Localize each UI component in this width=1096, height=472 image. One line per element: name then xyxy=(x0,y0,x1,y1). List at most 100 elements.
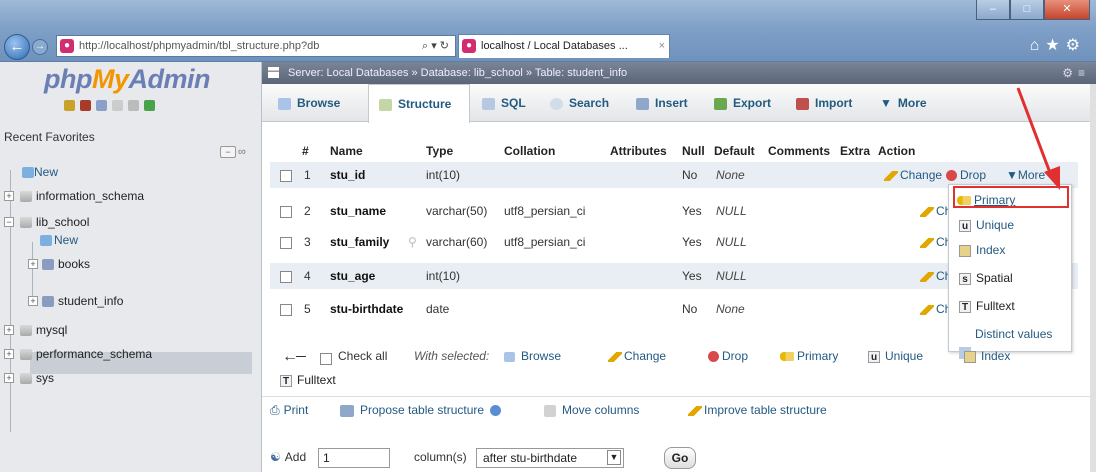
query-window-icon[interactable] xyxy=(96,100,107,111)
favorites-star-icon[interactable]: ★ xyxy=(1045,37,1065,54)
table-icon xyxy=(42,259,54,270)
maximize-button[interactable]: □ xyxy=(1010,0,1044,20)
reload-icon[interactable] xyxy=(144,100,155,111)
row-checkbox[interactable] xyxy=(280,304,292,316)
docs-icon[interactable] xyxy=(112,100,123,111)
table-menu-bar: Browse Structure SQL Search Insert Expor… xyxy=(262,84,1096,123)
browse-icon xyxy=(504,351,515,362)
collapse-panel-icon[interactable]: — xyxy=(268,66,279,78)
minimize-button[interactable]: – xyxy=(976,0,1010,20)
expand-icon[interactable]: + xyxy=(4,373,14,383)
change-action[interactable]: Change xyxy=(884,162,942,188)
tab-browse[interactable]: Browse xyxy=(278,84,368,122)
expand-icon[interactable]: + xyxy=(4,349,14,359)
column-position-select[interactable]: after stu-birthdate ▼ xyxy=(476,448,624,468)
back-button[interactable]: ← xyxy=(4,34,30,60)
tree-item-information-schema[interactable]: + information_schema xyxy=(0,186,262,206)
dropdown-distinct-values[interactable]: Distinct values xyxy=(949,321,1071,347)
dropdown-label: Spatial xyxy=(976,271,1013,285)
header-attributes[interactable]: Attributes xyxy=(610,144,667,158)
header-name[interactable]: Name xyxy=(330,144,363,158)
home-icon[interactable]: ⌂ xyxy=(1030,37,1046,54)
search-refresh-icon[interactable]: ⌕ ▾ ↻ xyxy=(422,36,449,56)
header-null[interactable]: Null xyxy=(682,144,705,158)
scrollbar[interactable] xyxy=(1090,84,1096,472)
settings-gear-icon[interactable]: ⚙ xyxy=(1066,37,1086,54)
logo-php: php xyxy=(44,64,92,94)
header-type[interactable]: Type xyxy=(426,144,453,158)
help-icon[interactable] xyxy=(490,405,502,417)
pencil-icon xyxy=(884,170,898,181)
tree-item-label: lib_school xyxy=(36,215,90,229)
dropdown-unique[interactable]: u Unique xyxy=(949,215,1071,235)
go-button[interactable]: Go xyxy=(664,447,696,469)
dropdown-label: Unique xyxy=(976,218,1015,232)
expand-icon[interactable]: + xyxy=(4,325,14,335)
tree-item-mysql[interactable]: + mysql xyxy=(0,320,262,340)
breadcrumb-settings-icon[interactable]: ⚙≡ xyxy=(1062,62,1090,84)
row-checkbox[interactable] xyxy=(280,170,292,182)
header-default[interactable]: Default xyxy=(714,144,755,158)
dropdown-spatial[interactable]: s Spatial xyxy=(949,265,1071,291)
expand-icon[interactable]: + xyxy=(4,191,14,201)
recent-favorites-tabs[interactable]: Recent Favorites xyxy=(4,130,95,144)
phpmyadmin-logo[interactable]: phpMyAdmin xyxy=(44,64,210,95)
check-all-checkbox[interactable] xyxy=(320,353,332,365)
link-with-main-icon[interactable]: ∞ xyxy=(238,146,246,158)
column-null: Yes xyxy=(682,269,702,283)
row-checkbox[interactable] xyxy=(280,271,292,283)
header-extra[interactable]: Extra xyxy=(840,144,870,158)
tab-export[interactable]: Export xyxy=(714,84,788,122)
header-collation[interactable]: Collation xyxy=(504,144,555,158)
expand-icon[interactable]: + xyxy=(28,296,38,306)
column-count-input[interactable]: 1 xyxy=(318,448,390,468)
tree-item-lib-school[interactable]: − lib_school xyxy=(0,212,262,232)
tree-item-sys[interactable]: + sys xyxy=(0,368,262,388)
close-window-button[interactable]: ✕ xyxy=(1044,0,1090,20)
tab-close-icon[interactable]: × xyxy=(659,35,665,57)
tree-item-student-info[interactable]: + student_info xyxy=(0,291,262,311)
bulk-index-button[interactable]: Index xyxy=(964,348,1010,364)
bulk-unique-button[interactable]: u Unique xyxy=(868,348,923,364)
tree-item-label: New xyxy=(34,165,59,179)
header-comments[interactable]: Comments xyxy=(768,144,830,158)
bulk-change-button[interactable]: Change xyxy=(608,348,666,364)
browser-tab[interactable]: ● localhost / Local Databases ... × xyxy=(458,34,670,58)
dropdown-fulltext[interactable]: T Fulltext xyxy=(949,293,1071,319)
home-icon[interactable] xyxy=(64,100,75,111)
collapse-icon[interactable]: − xyxy=(4,217,14,227)
tab-structure[interactable]: Structure xyxy=(368,84,470,123)
tab-label: Browse xyxy=(297,96,341,110)
expand-icon[interactable]: + xyxy=(28,259,38,269)
database-icon xyxy=(20,325,32,336)
row-checkbox[interactable] xyxy=(280,237,292,249)
print-link[interactable]: ⎙ Print xyxy=(270,403,308,418)
tab-sql[interactable]: SQL xyxy=(482,84,542,122)
tree-item-lib-new[interactable]: New xyxy=(0,230,262,250)
exit-icon[interactable] xyxy=(80,100,91,111)
tree-item-new[interactable]: New xyxy=(0,162,262,182)
row-checkbox[interactable] xyxy=(280,206,292,218)
forward-button[interactable]: → xyxy=(32,39,48,55)
move-columns-link[interactable]: Move columns xyxy=(544,403,639,417)
chevron-down-icon: ▼ xyxy=(607,450,621,465)
row-num: 2 xyxy=(304,204,311,218)
tab-search[interactable]: Search xyxy=(550,84,626,122)
tab-import[interactable]: Import xyxy=(796,84,872,122)
address-bar[interactable]: ● http://localhost/phpmyadmin/tbl_struct… xyxy=(56,35,456,57)
check-all-label[interactable]: Check all xyxy=(338,348,387,364)
tab-insert[interactable]: Insert xyxy=(636,84,706,122)
bulk-drop-button[interactable]: Drop xyxy=(708,348,748,364)
tab-more[interactable]: ▼ More xyxy=(880,84,950,122)
tree-item-performance-schema[interactable]: + performance_schema xyxy=(0,344,262,364)
collapse-all-icon[interactable]: − xyxy=(220,146,236,158)
improve-structure-link[interactable]: Improve table structure xyxy=(688,403,827,417)
tree-item-books[interactable]: + books xyxy=(0,254,262,274)
bulk-primary-button[interactable]: Primary xyxy=(780,348,838,364)
breadcrumb-text[interactable]: Server: Local Databases » Database: lib_… xyxy=(288,67,627,79)
bulk-fulltext-button[interactable]: T Fulltext xyxy=(280,372,336,388)
propose-structure-link[interactable]: Propose table structure xyxy=(340,403,507,417)
dropdown-index[interactable]: Index xyxy=(949,237,1071,263)
bulk-browse-button[interactable]: Browse xyxy=(504,348,561,364)
settings-icon[interactable] xyxy=(128,100,139,111)
